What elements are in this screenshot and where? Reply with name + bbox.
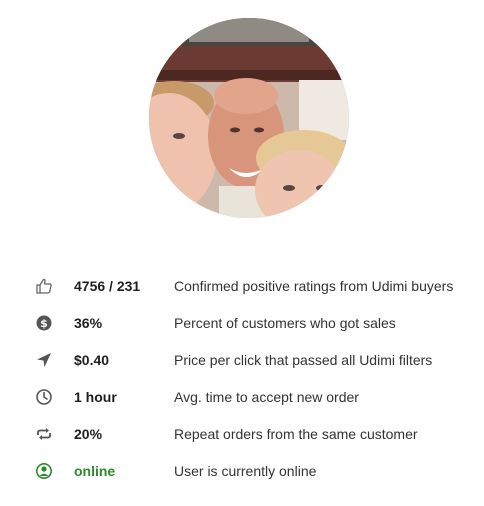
repeat-icon [35,425,53,443]
online-status-description: User is currently online [174,463,317,479]
dollar-circle-icon: $ [35,314,53,332]
price-per-click-description: Price per click that passed all Udimi fi… [174,352,433,368]
thumbs-up-icon [35,277,53,295]
avatar-photo [149,18,349,218]
repeat-orders-description: Repeat orders from the same customer [174,426,418,442]
accept-time-description: Avg. time to accept new order [174,389,359,405]
stat-row-sales-percent: $ 36% Percent of customers who got sales [0,305,484,342]
user-circle-icon [35,462,53,480]
online-status-value: online [74,463,116,479]
clock-icon [35,388,53,406]
price-per-click-value: $0.40 [74,352,110,368]
sales-percent-description: Percent of customers who got sales [174,315,396,331]
location-arrow-icon [35,351,53,369]
stat-row-ratings: 4756 / 231 Confirmed positive ratings fr… [0,268,484,305]
stat-row-repeat-orders: 20% Repeat orders from the same customer [0,416,484,453]
repeat-orders-value: 20% [74,426,103,442]
ratings-value: 4756 / 231 [74,278,141,294]
stat-row-accept-time: 1 hour Avg. time to accept new order [0,379,484,416]
profile-avatar [149,18,349,218]
sales-percent-value: 36% [74,315,103,331]
stat-row-online-status: online User is currently online [0,453,484,490]
accept-time-value: 1 hour [74,389,117,405]
stat-row-price-per-click: $0.40 Price per click that passed all Ud… [0,342,484,379]
ratings-description: Confirmed positive ratings from Udimi bu… [174,278,454,294]
svg-text:$: $ [40,317,48,330]
